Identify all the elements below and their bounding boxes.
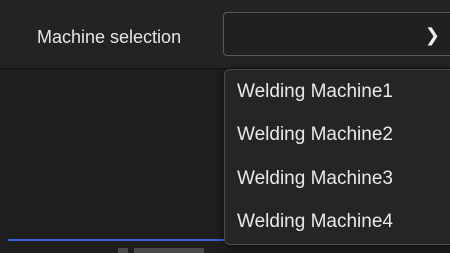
option-welding-machine4[interactable]: Welding Machine4 bbox=[237, 210, 393, 234]
active-tab-indicator bbox=[8, 239, 228, 241]
tab-label-text bbox=[134, 248, 204, 253]
machine-selection-options-list: Welding Machine1 Welding Machine2 Weldin… bbox=[224, 69, 450, 245]
option-welding-machine1[interactable]: Welding Machine1 bbox=[237, 80, 393, 104]
top-toolbar: Machine selection ❯ bbox=[0, 0, 450, 69]
partially-visible-tab-label bbox=[118, 246, 238, 253]
option-welding-machine2[interactable]: Welding Machine2 bbox=[237, 123, 393, 147]
option-welding-machine3[interactable]: Welding Machine3 bbox=[237, 167, 393, 191]
machine-selection-dropdown[interactable]: ❯ bbox=[223, 12, 450, 56]
tab-icon bbox=[118, 248, 128, 253]
machine-selection-label: Machine selection bbox=[37, 27, 182, 47]
chevron-down-icon[interactable]: ❯ bbox=[425, 26, 440, 44]
